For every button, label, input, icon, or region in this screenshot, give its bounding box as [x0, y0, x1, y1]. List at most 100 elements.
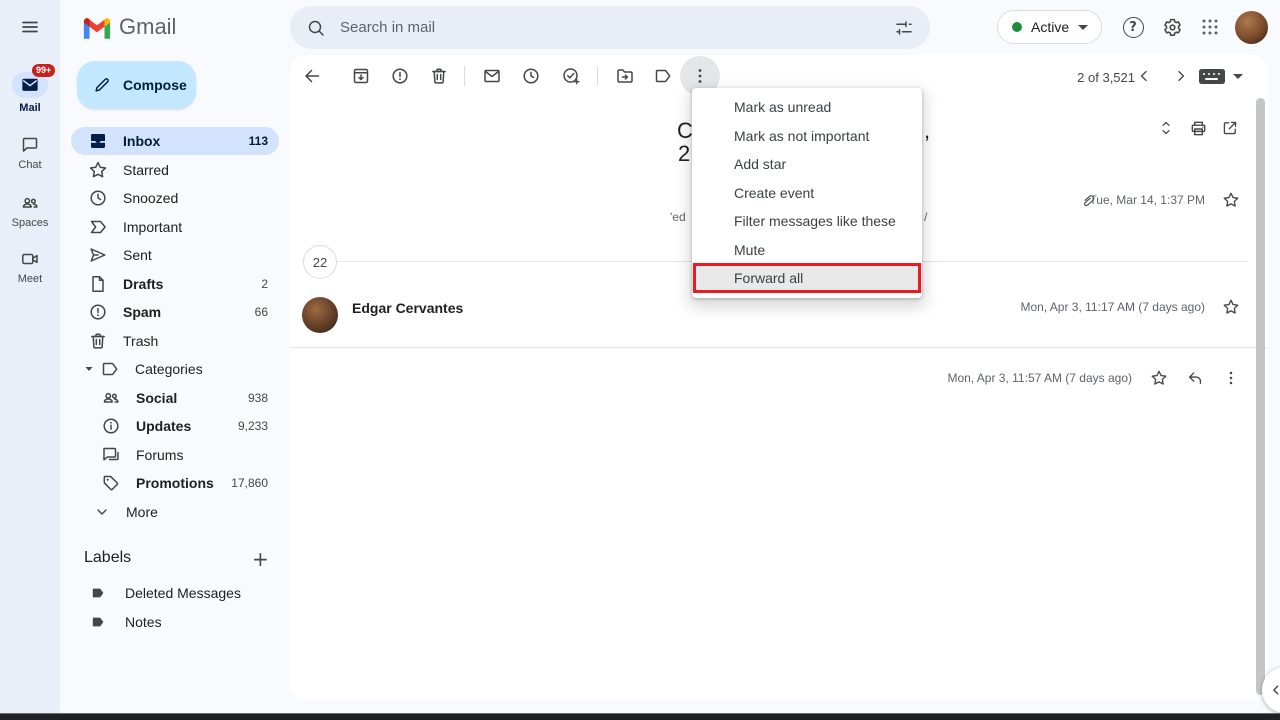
sidebar-item-updates[interactable]: Updates 9,233: [71, 412, 279, 440]
settings-button[interactable]: [1152, 7, 1192, 47]
star-icon: [1223, 299, 1239, 314]
tag-icon: [101, 473, 121, 493]
hamburger-icon: [22, 21, 38, 33]
delete-button[interactable]: [419, 56, 459, 96]
spam-icon: [88, 302, 108, 322]
mark-unread-button[interactable]: [472, 56, 512, 96]
older-conversation-button[interactable]: [1163, 56, 1199, 96]
sidebar-item-label: Sent: [123, 247, 152, 263]
sidebar-item-label: Important: [123, 218, 183, 235]
draft-icon: [88, 274, 108, 294]
sidebar-label-notes[interactable]: Notes: [71, 608, 279, 636]
labels-button[interactable]: [643, 56, 683, 96]
sidebar-item-sent[interactable]: Sent: [71, 241, 279, 269]
app-rail: 99+ Mail Chat Spaces Meet: [0, 0, 60, 714]
archive-button[interactable]: [341, 56, 381, 96]
main-menu-button[interactable]: [8, 5, 52, 49]
archive-icon: [353, 68, 369, 84]
sidebar-item-trash[interactable]: Trash: [71, 327, 279, 355]
input-tools-button[interactable]: [1199, 69, 1225, 84]
support-button[interactable]: ?: [1113, 7, 1153, 47]
menu-item-create-event[interactable]: Create event: [692, 179, 922, 208]
search-options-icon[interactable]: [894, 18, 914, 38]
snooze-button[interactable]: [511, 56, 551, 96]
menu-item-forward-all[interactable]: Forward all: [692, 264, 922, 293]
rail-item-spaces[interactable]: Spaces: [0, 193, 60, 229]
sidebar-item-label: Notes: [125, 614, 162, 630]
star-button[interactable]: [1213, 289, 1249, 325]
input-tools-caret-icon[interactable]: [1233, 74, 1243, 79]
star-button[interactable]: [1141, 360, 1177, 396]
gmail-logo-icon: [83, 18, 111, 39]
status-selector[interactable]: Active: [997, 10, 1102, 44]
more-vert-icon: [698, 69, 702, 83]
sidebar-item-more[interactable]: More: [71, 498, 279, 526]
print-button[interactable]: [1180, 110, 1216, 146]
search-icon[interactable]: [306, 18, 326, 38]
forum-icon: [101, 445, 121, 465]
search-bar: [290, 6, 930, 49]
report-spam-button[interactable]: [380, 56, 420, 96]
sidebar-item-drafts[interactable]: Drafts 2: [71, 270, 279, 298]
sidebar-item-count: 66: [254, 305, 268, 319]
sidebar-item-count: 113: [248, 134, 268, 148]
mail-icon: [22, 78, 38, 91]
newer-conversation-button[interactable]: [1126, 56, 1162, 96]
sidebar-item-important[interactable]: Important: [71, 213, 279, 241]
account-avatar[interactable]: [1235, 11, 1268, 44]
menu-item-add-star[interactable]: Add star: [692, 150, 922, 179]
compose-button[interactable]: Compose: [77, 61, 196, 109]
sidebar-label-deleted-messages[interactable]: Deleted Messages: [71, 579, 279, 607]
message-more-button[interactable]: [1213, 360, 1249, 396]
chevron-right-icon: [1178, 70, 1185, 82]
collapse-arrow-icon[interactable]: [84, 364, 94, 374]
sidebar-item-snoozed[interactable]: Snoozed: [71, 184, 279, 212]
label-icon: [90, 585, 110, 601]
printer-icon: [1191, 121, 1205, 135]
menu-item-filter-messages-like-these[interactable]: Filter messages like these: [692, 207, 922, 236]
sender-name[interactable]: Edgar Cervantes: [352, 300, 463, 316]
move-to-button[interactable]: [605, 56, 645, 96]
vertical-scrollbar[interactable]: [1256, 98, 1265, 695]
toolbar-divider: [464, 66, 465, 86]
menu-item-mute[interactable]: Mute: [692, 236, 922, 265]
star-button[interactable]: [1213, 182, 1249, 218]
google-apps-button[interactable]: [1190, 7, 1230, 47]
rail-item-mail[interactable]: 99+ Mail: [0, 64, 60, 114]
more-vert-icon: [1229, 371, 1233, 385]
sidebar-item-label: Categories: [135, 361, 203, 377]
collapsed-messages-count[interactable]: 22: [303, 245, 337, 279]
message-date: Mon, Apr 3, 11:17 AM (7 days ago): [1020, 300, 1205, 314]
sidebar-item-starred[interactable]: Starred: [71, 156, 279, 184]
active-status-dot: [1012, 22, 1022, 32]
unread-badge: 99+: [32, 64, 56, 77]
chat-icon: [22, 137, 38, 152]
menu-item-mark-as-not-important[interactable]: Mark as not important: [692, 122, 922, 151]
chevron-down-icon: [94, 504, 114, 520]
open-in-new-button[interactable]: [1212, 110, 1248, 146]
sidebar-item-promotions[interactable]: Promotions 17,860: [71, 469, 279, 497]
rail-label: Chat: [18, 159, 42, 171]
search-input[interactable]: [340, 19, 894, 36]
back-button[interactable]: [292, 56, 332, 96]
sidebar-item-forums[interactable]: Forums: [71, 441, 279, 469]
sidebar-item-inbox[interactable]: Inbox 113: [71, 127, 279, 155]
sidebar-item-label: Starred: [123, 161, 169, 178]
sidebar-item-label: Inbox: [123, 133, 161, 149]
rail-item-meet[interactable]: Meet: [0, 249, 60, 285]
reply-icon: [1188, 372, 1202, 385]
collapse-all-button[interactable]: [1148, 110, 1184, 146]
sidebar-item-spam[interactable]: Spam 66: [71, 298, 279, 326]
message-date: Mon, Apr 3, 11:57 AM (7 days ago): [947, 371, 1132, 385]
gmail-wordmark: Gmail: [119, 14, 177, 39]
add-to-tasks-button[interactable]: [551, 56, 591, 96]
sidebar-item-count: 9,233: [237, 419, 268, 433]
more-options-menu: Mark as unread Mark as not important Add…: [692, 88, 922, 298]
sidebar-item-social[interactable]: Social 938: [71, 384, 279, 412]
rail-item-chat[interactable]: Chat: [0, 135, 60, 171]
create-label-button[interactable]: +: [252, 547, 269, 571]
reply-button[interactable]: [1177, 360, 1213, 396]
sidebar-item-categories[interactable]: Categories: [71, 355, 279, 383]
report-spam-icon: [392, 68, 408, 84]
menu-item-mark-as-unread[interactable]: Mark as unread: [692, 93, 922, 122]
